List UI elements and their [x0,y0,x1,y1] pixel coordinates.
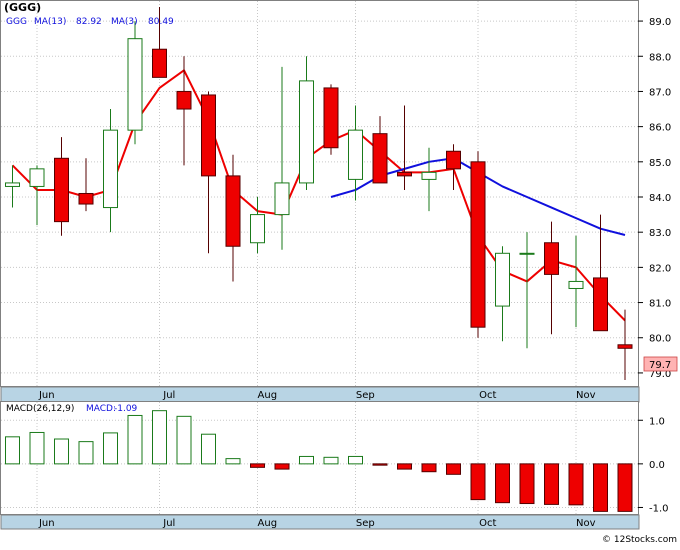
macd-x-tick-label: Oct [479,518,496,529]
candle-body [152,48,167,78]
legend-ma3-value: 80.49 [148,17,174,27]
price-x-tick-label: Nov [576,390,596,401]
macd-bar [446,463,461,475]
legend-ticker: GGG [6,17,27,27]
macd-bar [103,432,118,465]
candle-body [299,80,314,184]
candle-body [446,150,461,170]
candle-body [323,87,339,149]
candle [323,84,339,155]
price-y-tick-label: 83.0 [649,228,671,239]
macd-bar [176,415,192,465]
legend-ma13-label: MA(13) [34,17,66,27]
candle-body [568,280,584,289]
price-y-tick-label: 82.0 [649,263,671,274]
price-y-tick-label: 88.0 [649,52,671,63]
macd-bar [544,463,559,505]
candle-body [495,252,510,307]
candle-body [29,168,45,187]
candle-body [519,252,535,255]
candle-body [544,242,559,275]
macd-bar [225,458,241,465]
macd-y-axis: -1.0 0.0 1.0 [638,416,669,514]
price-y-tick-label: 86.0 [649,123,671,134]
price-y-tick-label: 81.0 [649,299,671,310]
candle-body [397,171,412,177]
price-x-tick-label: Jul [162,390,175,401]
macd-bar [152,410,167,465]
candle-body [593,277,608,332]
macd-x-tick-label: Jul [162,518,175,529]
price-y-tick-label: 80.0 [649,334,671,345]
macd-bar [299,455,314,465]
macd-bar [54,438,69,465]
macd-bar [201,433,216,465]
macd-bar [78,441,94,465]
candle-body [78,192,94,205]
candle-body [348,129,363,180]
candle-body [274,182,290,216]
macd-bar [127,414,143,465]
candle-body [421,171,437,180]
stock-chart: 79.0 80.0 81.0 82.0 83.0 84.0 85.0 86.0 87.0 88.0… [0,0,680,546]
last-price-label: 79.7 [649,360,671,371]
price-x-tick-label: Aug [258,390,278,401]
macd-bar [250,463,265,468]
price-x-tick-label: Oct [479,390,496,401]
macd-y-tick-label: 1.0 [649,416,665,427]
price-x-tick-label: Jun [38,390,55,401]
macd-title: MACD(26,12,9) [6,404,74,414]
candle-body [617,344,633,349]
macd-x-tick-label: Sep [356,518,375,529]
macd-bar [29,431,45,465]
candle [127,21,143,145]
candle-body [127,38,143,131]
macd-x-tick-label: Nov [576,518,596,529]
price-x-axis-band [0,386,640,403]
price-y-axis: 79.080.081.082.083.084.085.086.087.088.0… [638,17,671,380]
macd-bar [568,463,584,506]
price-y-tick-label: 89.0 [649,17,671,28]
candle-body [176,90,192,110]
macd-bar [593,463,608,512]
chart-title: (GGG) [4,1,41,14]
candle [470,151,486,338]
macd-value: -1.09 [114,404,138,414]
macd-bar [397,463,412,470]
macd-bar [495,463,510,504]
macd-y-tick-label: -1.0 [649,503,669,514]
macd-x-axis-band [0,514,640,530]
macd-bar [617,463,633,512]
macd-x-tick-label: Jun [38,518,55,529]
macd-bar [274,463,290,470]
price-y-tick-label: 84.0 [649,193,671,204]
candle-body [225,175,241,247]
candle-body [470,161,486,328]
macd-bar [470,463,486,501]
legend-ma3-label: MA(3) [111,17,138,27]
candle-body [5,182,20,187]
candle-body [372,133,388,184]
candle-body [250,214,265,244]
macd-value-label: MACD: [86,404,116,414]
chart-svg: 79.080.081.082.083.084.085.086.087.088.0… [0,0,678,545]
macd-y-tick-label: 0.0 [649,460,665,471]
macd-bar [5,436,20,465]
candle-body [201,94,216,177]
macd-x-tick-label: Aug [258,518,278,529]
candle-body [54,157,69,223]
macd-panel [0,401,639,515]
macd-bar [323,456,339,465]
price-x-tick-label: Sep [356,390,375,401]
macd-bar [421,463,437,473]
watermark: © 12Stocks.com [602,535,677,545]
legend-ma13-value: 82.92 [76,17,102,27]
macd-bar [519,463,535,505]
candle-body [103,129,118,209]
macd-bar [372,463,388,466]
price-y-tick-label: 85.0 [649,158,671,169]
macd-bar [348,455,363,465]
price-y-tick-label: 87.0 [649,87,671,98]
